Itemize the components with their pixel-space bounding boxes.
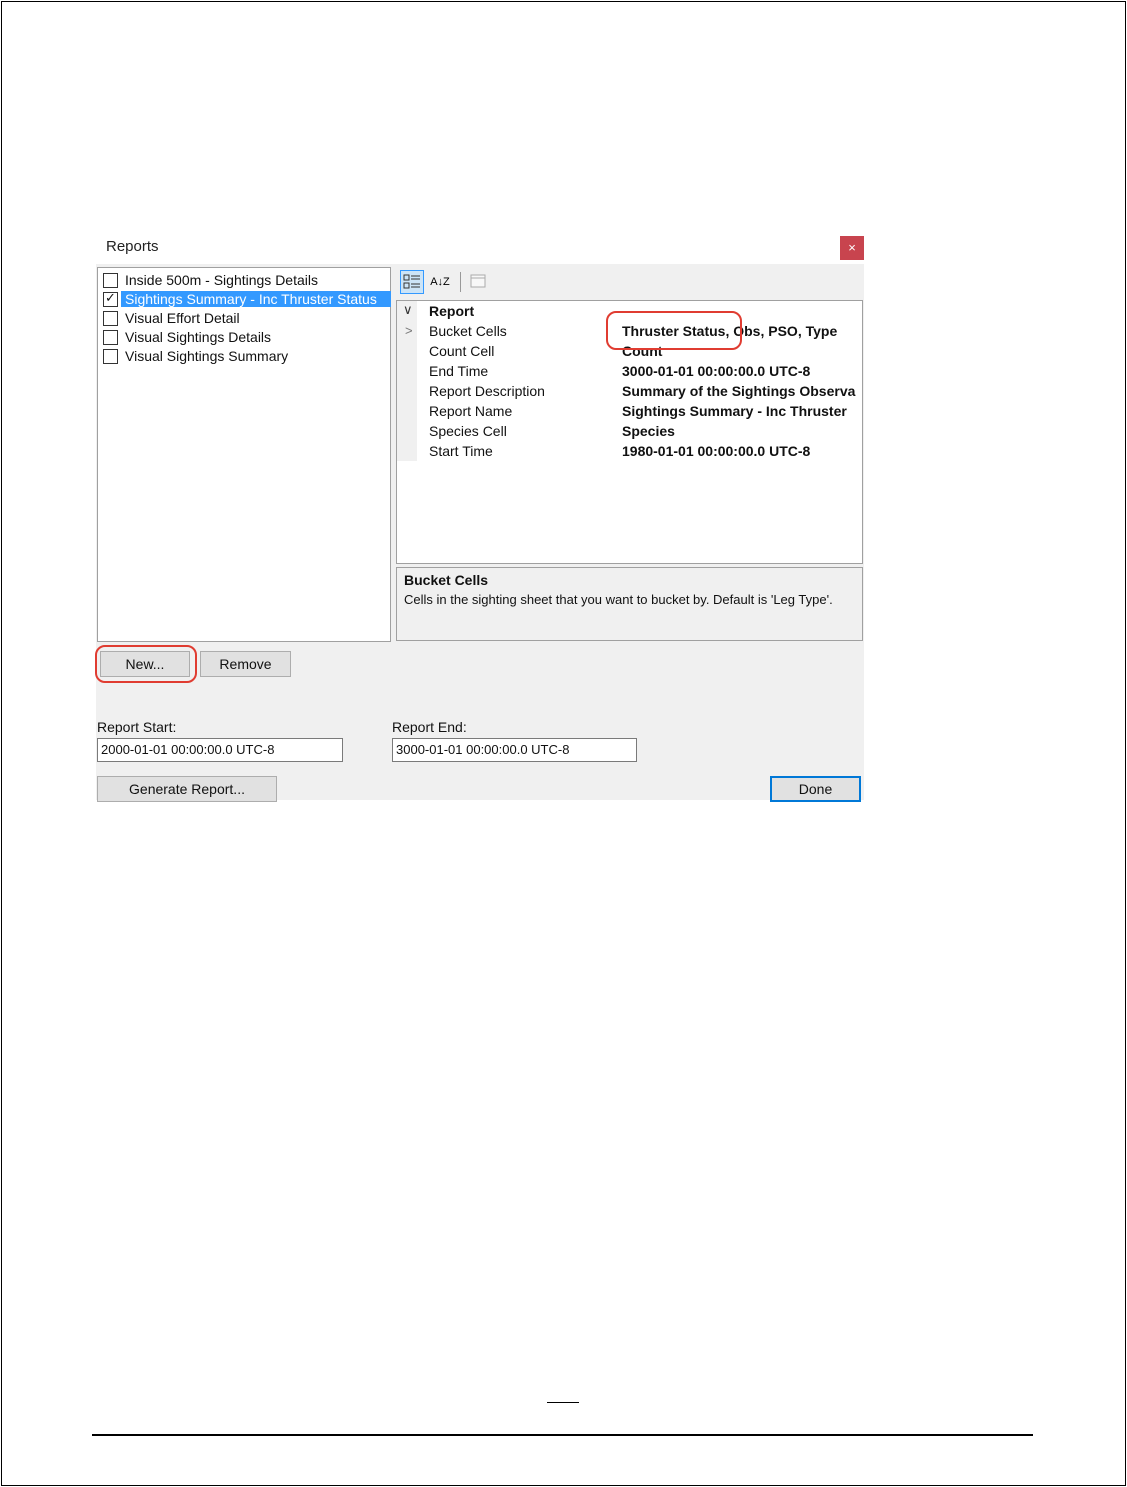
- property-name: Bucket Cells: [429, 323, 507, 339]
- property-name: Species Cell: [429, 423, 507, 439]
- done-button-label: Done: [798, 781, 833, 797]
- close-button[interactable]: ×: [840, 236, 864, 260]
- toolbar-separator: [460, 272, 461, 292]
- property-value[interactable]: Sightings Summary - Inc Thruster: [622, 403, 847, 419]
- property-name: Report Description: [429, 383, 545, 399]
- report-end-input[interactable]: 3000-01-01 00:00:00.0 UTC-8: [392, 738, 637, 762]
- checkbox[interactable]: [103, 273, 118, 288]
- property-help-panel: Bucket Cells Cells in the sighting sheet…: [396, 567, 863, 641]
- chevron-right-icon[interactable]: >: [405, 323, 413, 338]
- checkbox[interactable]: [103, 330, 118, 345]
- chevron-down-icon[interactable]: ∨: [403, 302, 413, 318]
- property-name: Start Time: [429, 443, 493, 459]
- list-item[interactable]: Visual Sightings Summary: [101, 347, 389, 365]
- list-item-label: Visual Effort Detail: [125, 310, 240, 326]
- property-name: End Time: [429, 363, 489, 379]
- list-item-label: Visual Sightings Summary: [125, 348, 289, 364]
- property-row-report-description[interactable]: Report Description Summary of the Sighti…: [397, 381, 862, 401]
- property-value[interactable]: 1980-01-01 00:00:00.0 UTC-8: [622, 443, 810, 459]
- property-name: Count Cell: [429, 343, 495, 359]
- property-pages-button[interactable]: [466, 270, 490, 294]
- property-row-species-cell[interactable]: Species Cell Species: [397, 421, 862, 441]
- categorized-view-icon: [403, 274, 420, 289]
- report-list[interactable]: Inside 500m - Sightings Details Sighting…: [97, 267, 391, 642]
- alphabetical-sort-button[interactable]: A↓Z: [428, 270, 452, 294]
- help-description: Cells in the sighting sheet that you wan…: [404, 592, 833, 607]
- remove-button[interactable]: Remove: [200, 651, 291, 677]
- generate-report-label: Generate Report...: [129, 781, 245, 797]
- property-toolbar: A↓Z: [396, 267, 863, 297]
- alphabetical-sort-icon: A↓Z: [430, 276, 450, 288]
- close-icon: ×: [848, 240, 856, 255]
- list-item-label: Sightings Summary - Inc Thruster Status: [121, 291, 391, 307]
- list-item[interactable]: Visual Sightings Details: [101, 328, 389, 346]
- list-item[interactable]: Visual Effort Detail: [101, 309, 389, 327]
- list-item-label: Visual Sightings Details: [125, 329, 272, 345]
- property-row-end-time[interactable]: End Time 3000-01-01 00:00:00.0 UTC-8: [397, 361, 862, 381]
- reports-dialog: Reports × Inside 500m - Sightings Detail…: [96, 230, 864, 802]
- footer-rule: [92, 1434, 1033, 1436]
- highlight-new-button: [95, 645, 197, 683]
- checkbox[interactable]: [103, 349, 118, 364]
- category-label: Report: [429, 303, 475, 319]
- property-value[interactable]: Summary of the Sightings Observa: [622, 383, 855, 399]
- categorized-view-button[interactable]: [400, 270, 424, 294]
- help-title: Bucket Cells: [404, 572, 489, 588]
- property-value[interactable]: Species: [622, 423, 675, 439]
- done-button[interactable]: Done: [770, 776, 861, 802]
- remove-button-label: Remove: [219, 656, 272, 672]
- report-start-input[interactable]: 2000-01-01 00:00:00.0 UTC-8: [97, 738, 343, 762]
- page-number-underline: [547, 1402, 579, 1403]
- report-end-label: Report End:: [392, 719, 467, 735]
- property-pages-icon: [470, 274, 486, 288]
- list-item-selected[interactable]: Sightings Summary - Inc Thruster Status: [101, 290, 391, 308]
- checkbox-checked[interactable]: [103, 290, 118, 307]
- highlight-bucket-cells: [606, 311, 742, 350]
- property-name: Report Name: [429, 403, 513, 419]
- report-start-label: Report Start:: [97, 719, 177, 735]
- dialog-title: Reports: [106, 238, 159, 255]
- title-bar: Reports ×: [96, 230, 864, 264]
- checkbox[interactable]: [103, 311, 118, 326]
- list-item-label: Inside 500m - Sightings Details: [125, 272, 318, 288]
- list-item[interactable]: Inside 500m - Sightings Details: [101, 271, 389, 289]
- generate-report-button[interactable]: Generate Report...: [97, 776, 277, 802]
- property-value[interactable]: 3000-01-01 00:00:00.0 UTC-8: [622, 363, 810, 379]
- property-row-start-time[interactable]: Start Time 1980-01-01 00:00:00.0 UTC-8: [397, 441, 862, 461]
- property-row-report-name[interactable]: Report Name Sightings Summary - Inc Thru…: [397, 401, 862, 421]
